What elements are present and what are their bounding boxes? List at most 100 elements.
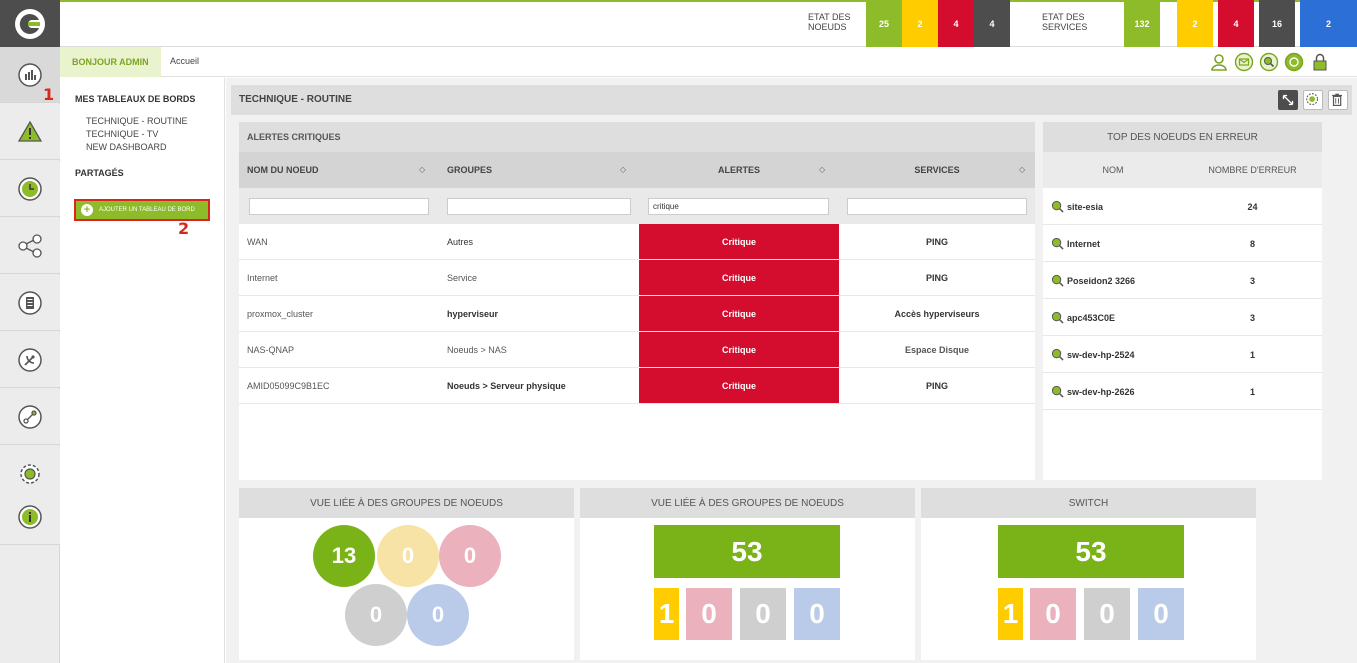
search-icon[interactable] — [1051, 200, 1064, 213]
total-count-box[interactable]: 53 — [654, 525, 840, 578]
settings-icon[interactable] — [1303, 90, 1323, 110]
nodes-unknown-count[interactable]: 4 — [974, 0, 1010, 47]
user-icon[interactable] — [1209, 52, 1229, 72]
sort-icon[interactable]: ◇ — [819, 165, 825, 174]
column-error-count: NOMBRE D'ERREUR — [1208, 165, 1297, 175]
rail-alerts[interactable] — [0, 104, 60, 160]
table-row[interactable]: NAS-QNAP Noeuds > NAS Critique Espace Di… — [239, 332, 1035, 368]
critical-count-box[interactable]: 0 — [686, 588, 732, 640]
trash-icon[interactable] — [1328, 90, 1348, 110]
filter-alerts-input[interactable] — [648, 198, 829, 215]
row-alert-badge: Critique — [639, 296, 839, 332]
plus-icon: + — [81, 204, 93, 216]
node-name: Internet — [1051, 225, 1100, 262]
sidebar-item-technique-routine[interactable]: TECHNIQUE - ROUTINE — [86, 116, 188, 126]
filter-node-input[interactable] — [249, 198, 429, 215]
fullscreen-icon[interactable] — [1278, 90, 1298, 110]
list-item[interactable]: Internet 8 — [1043, 225, 1322, 262]
info-count-box[interactable]: 0 — [1138, 588, 1184, 640]
search-icon[interactable] — [1051, 237, 1064, 250]
row-alert-badge: Critique — [639, 332, 839, 368]
search-icon[interactable] — [1051, 274, 1064, 287]
column-alerts[interactable]: ALERTES — [639, 152, 839, 188]
nodes-ok-count[interactable]: 25 — [866, 0, 902, 47]
widget-title: VUE LIÉE À DES GROUPES DE NOEUDS — [239, 488, 574, 518]
share-nodes-icon — [18, 233, 42, 258]
info-count-box[interactable]: 0 — [794, 588, 840, 640]
critical-count-box[interactable]: 0 — [1030, 588, 1076, 640]
services-info-count[interactable]: 2 — [1300, 0, 1357, 47]
list-item[interactable]: sw-dev-hp-2626 1 — [1043, 373, 1322, 410]
sidebar-item-technique-tv[interactable]: TECHNIQUE - TV — [86, 129, 158, 139]
row-service: Espace Disque — [904, 345, 970, 355]
unknown-count-circle[interactable]: 0 — [345, 584, 407, 646]
list-item[interactable]: Poseidon2 3266 3 — [1043, 262, 1322, 299]
search-icon[interactable] — [1051, 311, 1064, 324]
mail-icon[interactable] — [1234, 52, 1254, 72]
table-row[interactable]: Internet Service Critique PING — [239, 260, 1035, 296]
history-icon — [18, 176, 42, 201]
rail-reports[interactable] — [0, 275, 60, 331]
node-name-text: site-esia — [1067, 201, 1104, 212]
node-name: site-esia — [1051, 188, 1103, 225]
search-icon[interactable] — [1051, 348, 1064, 361]
filter-groups-input[interactable] — [447, 198, 631, 215]
row-node: proxmox_cluster — [247, 309, 314, 319]
warning-count-circle[interactable]: 0 — [377, 525, 439, 587]
info-count-circle[interactable]: 0 — [407, 584, 469, 646]
critical-count-circle[interactable]: 0 — [439, 525, 501, 587]
warning-count-box[interactable]: 1 — [998, 588, 1023, 640]
node-group-view-widget: VUE LIÉE À DES GROUPES DE NOEUDS 53 1 0 … — [580, 488, 915, 660]
row-group: Service — [447, 273, 478, 283]
help-icon[interactable] — [1284, 52, 1304, 72]
unknown-count-box[interactable]: 0 — [1084, 588, 1130, 640]
table-row[interactable]: AMID05099C9B1EC Noeuds > Serveur physiqu… — [239, 368, 1035, 404]
services-unknown-count[interactable]: 16 — [1259, 0, 1295, 47]
status-bar: ETAT DES NOEUDS 25 2 4 4 ETAT DES SERVIC… — [60, 0, 1357, 47]
services-ok-count[interactable]: 132 — [1124, 0, 1160, 47]
app-logo[interactable] — [0, 0, 60, 47]
services-warning-count[interactable]: 2 — [1177, 0, 1213, 47]
search-icon[interactable] — [1259, 52, 1279, 72]
home-link[interactable]: Accueil — [170, 56, 199, 66]
lock-icon[interactable] — [1310, 52, 1330, 72]
dashboard-sidebar: MES TABLEAUX DE BORDS TECHNIQUE - ROUTIN… — [43, 78, 225, 663]
rail-info[interactable] — [0, 489, 60, 545]
column-groups[interactable]: GROUPES — [447, 152, 492, 188]
top-nodes-header: NOM NOMBRE D'ERREUR — [1043, 152, 1322, 188]
table-row[interactable]: WAN Autres Critique PING — [239, 224, 1035, 260]
rail-history[interactable] — [0, 161, 60, 217]
my-dashboards-heading: MES TABLEAUX DE BORDS — [75, 94, 196, 104]
row-alert-badge: Critique — [639, 260, 839, 296]
node-name-text: Internet — [1067, 238, 1101, 249]
column-services[interactable]: SERVICES — [839, 152, 1035, 188]
table-row[interactable]: proxmox_cluster hyperviseur Critique Acc… — [239, 296, 1035, 332]
sort-icon[interactable]: ◇ — [620, 165, 626, 174]
rail-network[interactable] — [0, 218, 60, 274]
list-item[interactable]: sw-dev-hp-2524 1 — [1043, 336, 1322, 373]
sidebar-item-new-dashboard[interactable]: NEW DASHBOARD — [86, 142, 167, 152]
page-title: TECHNIQUE - ROUTINE — [239, 94, 352, 105]
node-group-view-widget: VUE LIÉE À DES GROUPES DE NOEUDS 13 0 0 … — [239, 488, 574, 660]
gear-icon — [20, 463, 40, 484]
error-count: 8 — [1249, 238, 1255, 249]
nodes-critical-count[interactable]: 4 — [938, 0, 974, 47]
warning-count-box[interactable]: 1 — [654, 588, 679, 640]
rail-satellite[interactable] — [0, 332, 60, 388]
list-item[interactable]: apc453C0E 3 — [1043, 299, 1322, 336]
services-critical-count[interactable]: 4 — [1218, 0, 1254, 47]
services-status-label: ETAT DES SERVICES — [1042, 12, 1088, 32]
add-dashboard-button[interactable]: + AJOUTER UN TABLEAU DE BORD — [74, 199, 210, 221]
list-item[interactable]: site-esia 24 — [1043, 188, 1322, 225]
filter-services-input[interactable] — [847, 198, 1027, 215]
search-icon[interactable] — [1051, 385, 1064, 398]
unknown-count-box[interactable]: 0 — [740, 588, 786, 640]
rail-map[interactable] — [0, 389, 60, 445]
sort-icon[interactable]: ◇ — [419, 165, 425, 174]
widget-title: VUE LIÉE À DES GROUPES DE NOEUDS — [580, 488, 915, 518]
column-node[interactable]: NOM DU NOEUD — [247, 152, 319, 188]
ok-count-circle[interactable]: 13 — [313, 525, 375, 587]
sort-icon[interactable]: ◇ — [1019, 165, 1025, 174]
total-count-box[interactable]: 53 — [998, 525, 1184, 578]
nodes-warning-count[interactable]: 2 — [902, 0, 938, 47]
